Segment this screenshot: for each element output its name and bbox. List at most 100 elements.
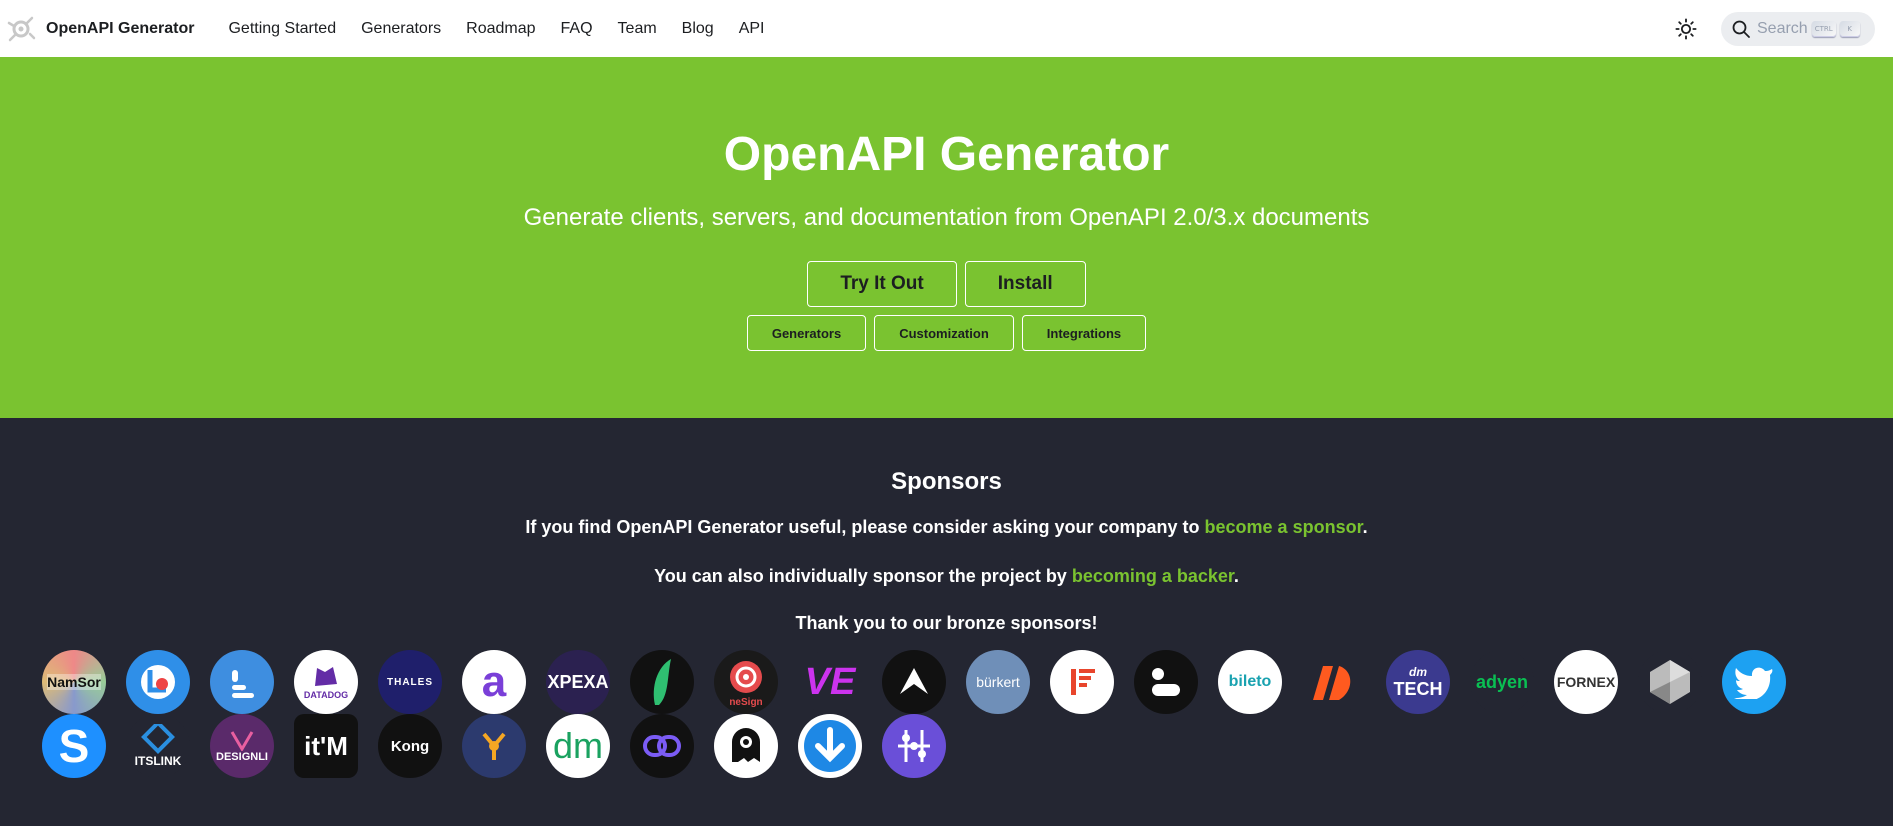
sponsor-line1-text: If you find OpenAPI Generator useful, pl…	[525, 517, 1205, 537]
nav-right: Search CTRL K	[1669, 0, 1875, 57]
sponsor-logo-onesignal[interactable]: neSign	[714, 650, 778, 714]
theme-toggle-button[interactable]	[1669, 12, 1703, 46]
sponsor-onesignal-text: neSign	[729, 696, 763, 708]
nav-generators[interactable]: Generators	[361, 20, 441, 38]
sponsor-logo-designli[interactable]: DESIGNLI	[210, 714, 274, 778]
sponsor-logo-arrow[interactable]	[882, 650, 946, 714]
nav-roadmap[interactable]: Roadmap	[466, 20, 535, 38]
itslink-icon	[141, 724, 175, 754]
sponsor-dmtech-text: TECH	[1393, 678, 1443, 699]
hero-subtitle: Generate clients, servers, and documenta…	[523, 204, 1370, 231]
sponsor-logo-leaf[interactable]	[630, 650, 694, 714]
sponsor-backer-line: You can also individually sponsor the pr…	[0, 566, 1893, 587]
arrow-icon	[900, 668, 928, 694]
f-icon	[1071, 669, 1095, 695]
hero-banner: OpenAPI Generator Generate clients, serv…	[0, 57, 1893, 418]
sponsor-logo-wave[interactable]	[1302, 650, 1366, 714]
sponsor-logo-link[interactable]	[630, 714, 694, 778]
sponsor-logo-bileto[interactable]: bileto	[1218, 650, 1282, 714]
customization-button[interactable]: Customization	[874, 315, 1014, 351]
sponsor-line2-text: You can also individually sponsor the pr…	[654, 566, 1072, 586]
dog-icon	[315, 667, 337, 686]
sponsor-a-text: a	[481, 657, 507, 706]
brand-title[interactable]: OpenAPI Generator	[46, 20, 194, 38]
sponsor-ve-text: VE	[804, 660, 856, 703]
sponsor-dmtech-dm: dm	[1409, 664, 1427, 679]
sponsor-logo-twitter[interactable]	[1722, 650, 1786, 714]
generators-button[interactable]: Generators	[746, 315, 867, 351]
nav-getting-started[interactable]: Getting Started	[228, 20, 336, 38]
sponsor-logo-dm[interactable]: dm	[546, 714, 610, 778]
nav-blog[interactable]: Blog	[682, 20, 714, 38]
gem-icon	[1650, 660, 1690, 704]
sponsor-logo-f[interactable]	[1050, 650, 1114, 714]
sponsor-logo-dmtech[interactable]: dm TECH	[1386, 650, 1450, 714]
sponsor-logo-fornex[interactable]: FORNEX	[1554, 650, 1618, 714]
sponsor-logo-itm[interactable]: it'M	[294, 714, 358, 778]
sponsor-logo-namsor[interactable]: NamSor	[42, 650, 106, 714]
kbd-ctrl: CTRL	[1811, 20, 1836, 37]
nav-faq[interactable]: FAQ	[561, 20, 593, 38]
sponsors-title: Sponsors	[891, 468, 1002, 495]
sponsor-fornex-text: FORNEX	[1556, 674, 1616, 690]
sponsor-logo-burkert[interactable]: bürkert	[966, 650, 1030, 714]
nav-api[interactable]: API	[739, 20, 765, 38]
install-button[interactable]: Install	[964, 261, 1086, 307]
integrations-button[interactable]: Integrations	[1021, 315, 1147, 351]
sponsor-line1-suffix: .	[1362, 517, 1368, 537]
sponsor-logo-kong[interactable]: Kong	[378, 714, 442, 778]
sun-icon	[1675, 17, 1697, 40]
sponsor-logo-ve[interactable]: VE	[798, 650, 862, 714]
wave-icon	[1313, 666, 1351, 700]
sponsor-itslink-text: ITSLINK	[134, 754, 182, 768]
designli-icon	[230, 731, 254, 751]
sponsor-logo-datadog[interactable]: DATADOG	[294, 650, 358, 714]
fork-icon	[482, 732, 506, 760]
sponsor-logo-adyen[interactable]: adyen	[1470, 650, 1534, 714]
sponsor-dm-text: dm	[552, 725, 603, 766]
sponsor-thales-text: THALES	[387, 676, 433, 688]
hero-primary-buttons: Try It Out Install	[0, 261, 1893, 307]
sponsor-logo-bars[interactable]	[210, 650, 274, 714]
sponsor-logo-dots[interactable]	[1134, 650, 1198, 714]
sponsor-designli-text: DESIGNLI	[216, 751, 268, 763]
ghost-icon	[732, 728, 760, 762]
sponsor-namsor-text: NamSor	[47, 674, 101, 690]
sponsor-logo-gem[interactable]	[1638, 650, 1702, 714]
become-a-sponsor-link[interactable]: become a sponsor	[1205, 517, 1363, 537]
sponsor-kong-text: Kong	[390, 737, 430, 755]
openapi-logo-icon	[7, 16, 36, 41]
sponsors-section: Sponsors If you find OpenAPI Generator u…	[0, 418, 1893, 826]
bars-icon	[232, 670, 254, 698]
signal-icon	[730, 660, 762, 693]
sponsor-logo-s[interactable]: S	[42, 714, 106, 778]
nodes-icon	[898, 730, 930, 762]
sponsor-s-text: S	[58, 720, 90, 772]
link-icon	[643, 735, 681, 757]
hero-secondary-buttons: Generators Customization Integrations	[0, 315, 1893, 351]
sponsor-logo-xpexa[interactable]: XPEXA	[546, 650, 610, 714]
sponsor-logo-fork[interactable]	[462, 714, 526, 778]
try-it-out-button[interactable]: Try It Out	[807, 261, 957, 307]
sponsor-logo-ghost[interactable]	[714, 714, 778, 778]
nav-team[interactable]: Team	[618, 20, 657, 38]
sponsor-logo-lb[interactable]	[126, 650, 190, 714]
search-button[interactable]: Search CTRL K	[1721, 11, 1875, 46]
becoming-a-backer-link[interactable]: becoming a backer	[1072, 566, 1234, 586]
hero-title: OpenAPI Generator	[723, 128, 1170, 181]
brand[interactable]: OpenAPI Generator	[6, 14, 194, 44]
navbar: OpenAPI Generator Getting Started Genera…	[0, 0, 1893, 57]
search-placeholder: Search	[1757, 19, 1808, 37]
sponsor-line2-suffix: .	[1233, 566, 1239, 586]
sponsor-bileto-text: bileto	[1228, 673, 1272, 690]
sponsor-logo-nodes[interactable]	[882, 714, 946, 778]
sponsor-logo-a[interactable]: a	[462, 650, 526, 714]
search-icon	[1732, 20, 1750, 38]
nav-links: Getting Started Generators Roadmap FAQ T…	[228, 20, 789, 38]
sponsor-logo-thales[interactable]: THALES	[378, 650, 442, 714]
sponsor-datadog-text: DATADOG	[303, 690, 349, 700]
sponsor-xpexa-text: XPEXA	[547, 671, 609, 692]
sponsor-logo-itslink[interactable]: ITSLINK	[126, 714, 190, 778]
lb-icon	[141, 665, 175, 699]
sponsor-logo-download[interactable]	[798, 714, 862, 778]
